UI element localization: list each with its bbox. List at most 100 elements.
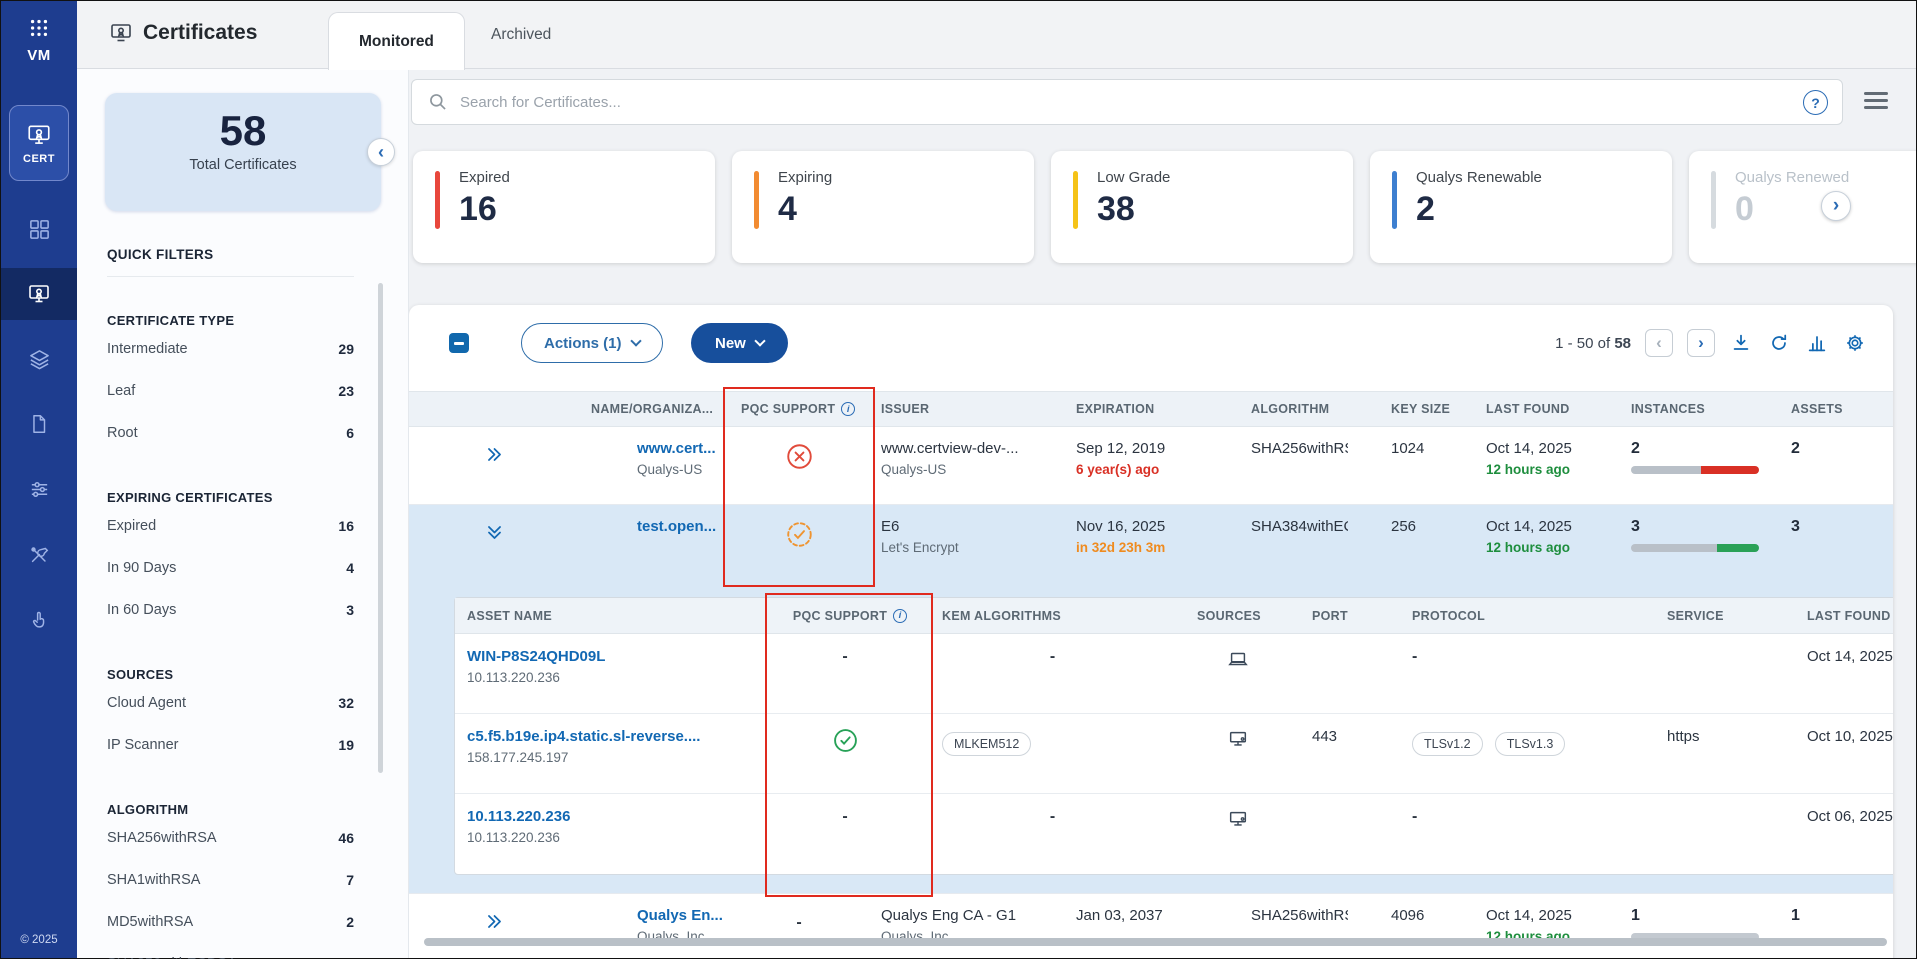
collapse-row-icon[interactable]: [409, 505, 579, 581]
source-cell: [1185, 714, 1300, 793]
expiration-cell: Sep 12, 2019 6 year(s) ago: [1064, 427, 1239, 504]
collapse-panel-button[interactable]: ‹: [367, 138, 395, 166]
sidebar-item-configuration[interactable]: [1, 463, 77, 515]
sidebar-item-dashboard[interactable]: [1, 203, 77, 255]
expand-row-icon[interactable]: [409, 894, 579, 958]
section-title-sources: SOURCES: [107, 667, 354, 682]
filter-root[interactable]: Root 6: [107, 412, 354, 454]
sidebar-item-assets[interactable]: [1, 333, 77, 385]
quick-filters-title: QUICK FILTERS: [107, 247, 354, 262]
sidebar-item-touch[interactable]: [1, 594, 77, 646]
certificate-name-link[interactable]: test.open...: [637, 518, 717, 535]
stat-card-qualys-renewed[interactable]: Qualys Renewed 0: [1689, 151, 1916, 263]
filter-label: SHA256withRSA: [107, 830, 217, 846]
chart-icon[interactable]: [1805, 331, 1829, 355]
column-header-assets[interactable]: ASSETS: [1779, 402, 1893, 416]
stat-card-qualys-renewable[interactable]: Qualys Renewable 2: [1370, 151, 1672, 263]
column-header-last-found[interactable]: LAST FOUND: [1795, 609, 1893, 623]
certificate-row[interactable]: Qualys En... Qualys, Inc. - Qualys Eng C…: [409, 893, 1893, 958]
sidebar-item-reports[interactable]: [1, 398, 77, 450]
assets-cell: 1: [1779, 894, 1893, 958]
download-icon[interactable]: [1729, 331, 1753, 355]
cert-module-label: CERT: [23, 153, 55, 165]
select-all-checkbox[interactable]: [449, 333, 469, 353]
search-input[interactable]: [460, 94, 1826, 111]
assets-cell: 2: [1779, 427, 1893, 504]
certificate-row-expanded[interactable]: test.open... E6 Let's Encrypt Nov 16, 20…: [409, 505, 1893, 581]
column-header-last-found[interactable]: LAST FOUND: [1474, 402, 1619, 416]
new-button[interactable]: New: [691, 323, 788, 363]
filter-in-90-days[interactable]: In 90 Days 4: [107, 547, 354, 589]
last-found-note: 12 hours ago: [1486, 462, 1607, 477]
last-found-cell: Oct 10, 2025: [1795, 714, 1893, 793]
column-header-protocol[interactable]: PROTOCOL: [1400, 609, 1655, 623]
info-icon[interactable]: i: [841, 402, 855, 416]
pagination-label: 1 - 50 of 58: [1555, 335, 1631, 352]
total-certificates-card[interactable]: 58 Total Certificates: [105, 93, 381, 211]
previous-page-button[interactable]: ‹: [1645, 329, 1673, 357]
expand-row-icon[interactable]: [409, 427, 579, 504]
issuer-cell: E6 Let's Encrypt: [869, 505, 1064, 581]
settings-gear-icon[interactable]: [1843, 331, 1867, 355]
certificate-name-link[interactable]: Qualys En...: [637, 907, 717, 924]
next-cards-button[interactable]: ›: [1821, 191, 1851, 221]
column-header-port[interactable]: PORT: [1300, 609, 1400, 623]
column-header-service[interactable]: SERVICE: [1655, 609, 1795, 623]
filter-count: 7: [346, 872, 354, 888]
filter-sha1withrsa[interactable]: SHA1withRSA 7: [107, 859, 354, 901]
filter-label: Leaf: [107, 383, 135, 399]
column-header-key-size[interactable]: KEY SIZE: [1379, 402, 1474, 416]
stat-card-expiring[interactable]: Expiring 4: [732, 151, 1034, 263]
filter-expired[interactable]: Expired 16: [107, 505, 354, 547]
stat-card-low-grade[interactable]: Low Grade 38: [1051, 151, 1353, 263]
filter-intermediate[interactable]: Intermediate 29: [107, 328, 354, 370]
filter-in-60-days[interactable]: In 60 Days 3: [107, 589, 354, 631]
protocol-dash: -: [1412, 808, 1417, 825]
column-header-name[interactable]: NAME/ORGANIZA...: [579, 402, 729, 416]
info-icon[interactable]: i: [893, 609, 907, 623]
tab-monitored[interactable]: Monitored: [328, 12, 465, 70]
apps-grid-icon[interactable]: [1, 17, 77, 39]
column-header-issuer[interactable]: ISSUER: [869, 402, 1064, 416]
column-header-sources[interactable]: SOURCES: [1185, 609, 1300, 623]
instance-row[interactable]: c5.f5.b19e.ip4.static.sl-reverse.... 158…: [455, 714, 1893, 794]
panel-scrollbar[interactable]: [378, 283, 383, 773]
sidebar-item-tools[interactable]: [1, 529, 77, 581]
stat-card-expired[interactable]: Expired 16: [413, 151, 715, 263]
menu-icon[interactable]: [1864, 92, 1888, 109]
asset-name-link[interactable]: c5.f5.b19e.ip4.static.sl-reverse....: [467, 728, 760, 745]
certificate-name-link[interactable]: www.cert...: [637, 440, 717, 457]
cert-module-button[interactable]: CERT: [9, 105, 69, 181]
instance-row[interactable]: WIN-P8S24QHD09L 10.113.220.236 - - - Oct…: [455, 634, 1893, 714]
last-found-note: 12 hours ago: [1486, 540, 1607, 555]
refresh-icon[interactable]: [1767, 331, 1791, 355]
sidebar-item-certificates[interactable]: [1, 268, 77, 320]
next-page-button[interactable]: ›: [1687, 329, 1715, 357]
issuer-cell: Qualys Eng CA - G1 Qualys, Inc.: [869, 894, 1064, 958]
tab-archived[interactable]: Archived: [477, 1, 565, 69]
filter-sha256withecdsa[interactable]: SHA256withECDSA 1: [107, 943, 354, 959]
instance-row[interactable]: 10.113.220.236 10.113.220.236 - - - Oct …: [455, 794, 1893, 874]
filter-sha256withrsa[interactable]: SHA256withRSA 46: [107, 817, 354, 859]
filter-label: In 90 Days: [107, 560, 176, 576]
asset-name-link[interactable]: 10.113.220.236: [467, 808, 760, 825]
filter-ip-scanner[interactable]: IP Scanner 19: [107, 724, 354, 766]
horizontal-scrollbar[interactable]: [424, 938, 1887, 946]
filter-leaf[interactable]: Leaf 23: [107, 370, 354, 412]
stat-cards-row: Expired 16 Expiring 4 Low Grade 38 Qualy…: [413, 151, 1916, 263]
column-header-algorithm[interactable]: ALGORITHM: [1239, 402, 1379, 416]
filter-cloud-agent[interactable]: Cloud Agent 32: [107, 682, 354, 724]
column-header-kem-algorithms[interactable]: KEM ALGORITHMS: [930, 609, 1185, 623]
certificate-row[interactable]: www.cert... Qualys-US www.certview-dev-.…: [409, 427, 1893, 505]
actions-button[interactable]: Actions (1): [521, 323, 663, 363]
column-header-pqc-support[interactable]: PQC SUPPORTi: [770, 609, 930, 623]
filter-md5withrsa[interactable]: MD5withRSA 2: [107, 901, 354, 943]
column-header-expiration[interactable]: EXPIRATION: [1064, 402, 1239, 416]
column-header-asset-name[interactable]: ASSET NAME: [455, 609, 770, 623]
help-button[interactable]: ?: [1803, 90, 1828, 115]
column-header-pqc-support[interactable]: PQC SUPPORTi: [729, 402, 869, 416]
protocol-badge: TLSv1.2: [1412, 732, 1483, 756]
tools-icon: [28, 544, 50, 566]
asset-name-link[interactable]: WIN-P8S24QHD09L: [467, 648, 760, 665]
column-header-instances[interactable]: INSTANCES: [1619, 402, 1779, 416]
